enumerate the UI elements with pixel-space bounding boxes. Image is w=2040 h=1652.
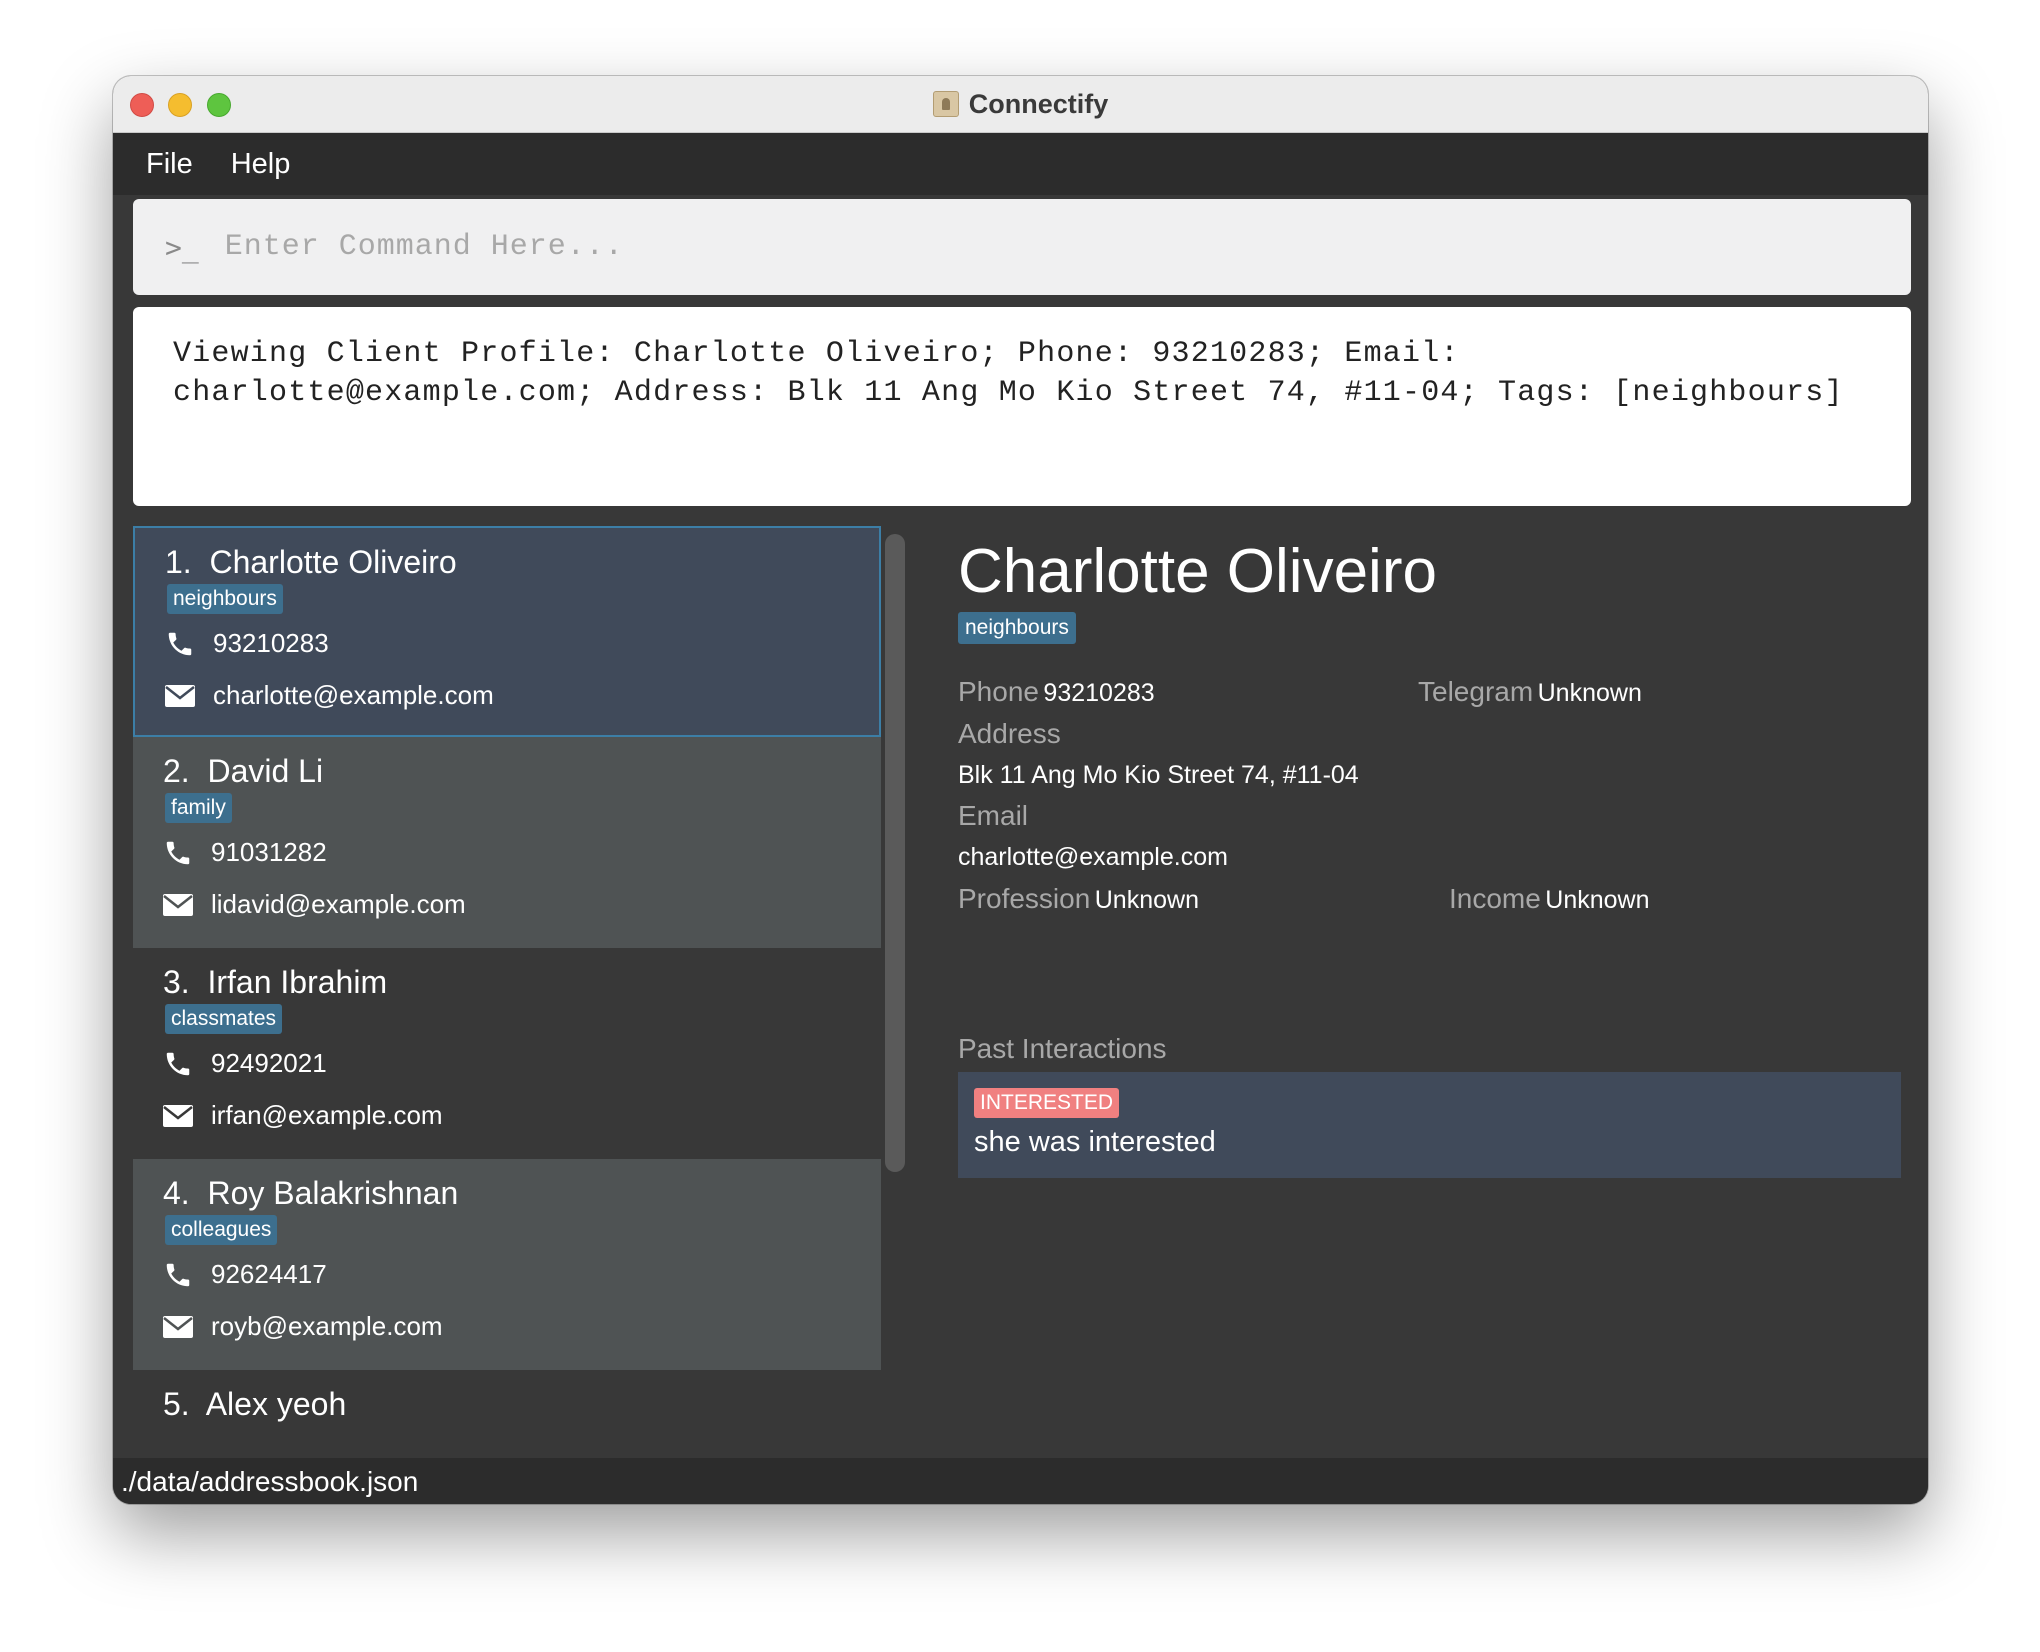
phone-icon xyxy=(166,841,190,864)
command-box: >_ xyxy=(133,199,1911,295)
client-email-row: lidavid@example.com xyxy=(163,889,466,920)
detail-client-name: Charlotte Oliveiro xyxy=(958,537,1437,606)
phone-icon xyxy=(166,1263,190,1286)
client-phone: 92624417 xyxy=(211,1259,327,1289)
client-phone-row: 92492021 xyxy=(163,1048,327,1079)
mail-icon xyxy=(163,893,193,916)
telegram-label: Telegram xyxy=(1418,676,1534,707)
client-email-row: irfan@example.com xyxy=(163,1100,443,1131)
detail-telegram: Telegram Unknown xyxy=(1418,676,1642,708)
client-card[interactable]: 2. David Li family 91031282 lidavid@exam… xyxy=(133,737,881,948)
client-email-row: charlotte@example.com xyxy=(165,680,494,711)
client-card[interactable]: 3. Irfan Ibrahim classmates 92492021 irf… xyxy=(133,948,881,1159)
income-label: Income xyxy=(1449,883,1541,914)
client-phone: 92492021 xyxy=(211,1048,327,1078)
address-value: Blk 11 Ang Mo Kio Street 74, #11-04 xyxy=(958,761,1359,789)
terminal-prompt-icon: >_ xyxy=(165,230,199,264)
client-tag: family xyxy=(165,793,232,823)
address-label: Address xyxy=(958,718,1061,749)
address-book-icon xyxy=(932,91,959,117)
email-label: Email xyxy=(958,800,1029,831)
phone-value: 93210283 xyxy=(1043,679,1155,707)
client-phone: 91031282 xyxy=(211,837,327,867)
email-value: charlotte@example.com xyxy=(958,843,1228,871)
client-tag: classmates xyxy=(165,1004,283,1034)
client-name: 4. Roy Balakrishnan xyxy=(163,1175,459,1211)
phone-icon xyxy=(168,632,192,655)
telegram-value: Unknown xyxy=(1537,679,1642,707)
mail-icon xyxy=(163,1104,193,1127)
menu-bar: File Help xyxy=(113,133,1928,195)
title-bar: Connectify xyxy=(113,76,1928,133)
detail-client-tag: neighbours xyxy=(958,612,1076,644)
window-title-group: Connectify xyxy=(113,76,1928,132)
client-email: royb@example.com xyxy=(211,1311,443,1341)
client-phone-row: 92624417 xyxy=(163,1259,327,1290)
client-name: 5. Alex yeoh xyxy=(163,1386,347,1422)
client-name: 1. Charlotte Oliveiro xyxy=(165,544,457,580)
interaction-item: INTERESTED she was interested xyxy=(958,1072,1901,1178)
interaction-status-badge: INTERESTED xyxy=(974,1088,1120,1118)
interaction-note: she was interested xyxy=(974,1126,1216,1158)
status-bar: ./data/addressbook.json xyxy=(113,1458,1928,1504)
client-email: charlotte@example.com xyxy=(213,680,494,710)
income-value: Unknown xyxy=(1545,886,1650,914)
detail-phone: Phone 93210283 xyxy=(958,676,1155,708)
result-display: Viewing Client Profile: Charlotte Olivei… xyxy=(133,307,1911,506)
client-email: lidavid@example.com xyxy=(211,889,466,919)
client-name: 3. Irfan Ibrahim xyxy=(163,964,388,1000)
window-title: Connectify xyxy=(968,88,1109,119)
client-phone: 93210283 xyxy=(213,628,329,658)
profession-value: Unknown xyxy=(1094,886,1199,914)
detail-profession: Profession Unknown xyxy=(958,883,1199,915)
client-list-scrollbar[interactable] xyxy=(885,534,905,1172)
client-name: 2. David Li xyxy=(163,753,324,789)
client-list[interactable]: 1. Charlotte Oliveiro neighbours 9321028… xyxy=(133,526,881,1504)
data-file-path: ./data/addressbook.json xyxy=(121,1466,419,1497)
client-email-row: royb@example.com xyxy=(163,1311,443,1342)
menu-help[interactable]: Help xyxy=(231,148,291,181)
app-window: Connectify File Help >_ Viewing Client P… xyxy=(113,76,1928,1504)
past-interactions-label: Past Interactions xyxy=(958,1033,1167,1064)
client-card[interactable]: 4. Roy Balakrishnan colleagues 92624417 … xyxy=(133,1159,881,1370)
phone-label: Phone xyxy=(958,676,1039,707)
client-email: irfan@example.com xyxy=(211,1100,443,1130)
phone-icon xyxy=(166,1052,190,1075)
mail-icon xyxy=(163,1315,193,1338)
client-tag: neighbours xyxy=(167,584,283,614)
mail-icon xyxy=(165,684,195,707)
menu-file[interactable]: File xyxy=(146,148,193,181)
client-tag: colleagues xyxy=(165,1215,278,1245)
command-input[interactable] xyxy=(222,229,1727,265)
client-phone-row: 93210283 xyxy=(165,628,329,659)
detail-income: Income Unknown xyxy=(1449,883,1650,915)
client-card[interactable]: 1. Charlotte Oliveiro neighbours 9321028… xyxy=(133,526,881,737)
client-phone-row: 91031282 xyxy=(163,837,327,868)
profession-label: Profession xyxy=(958,883,1091,914)
